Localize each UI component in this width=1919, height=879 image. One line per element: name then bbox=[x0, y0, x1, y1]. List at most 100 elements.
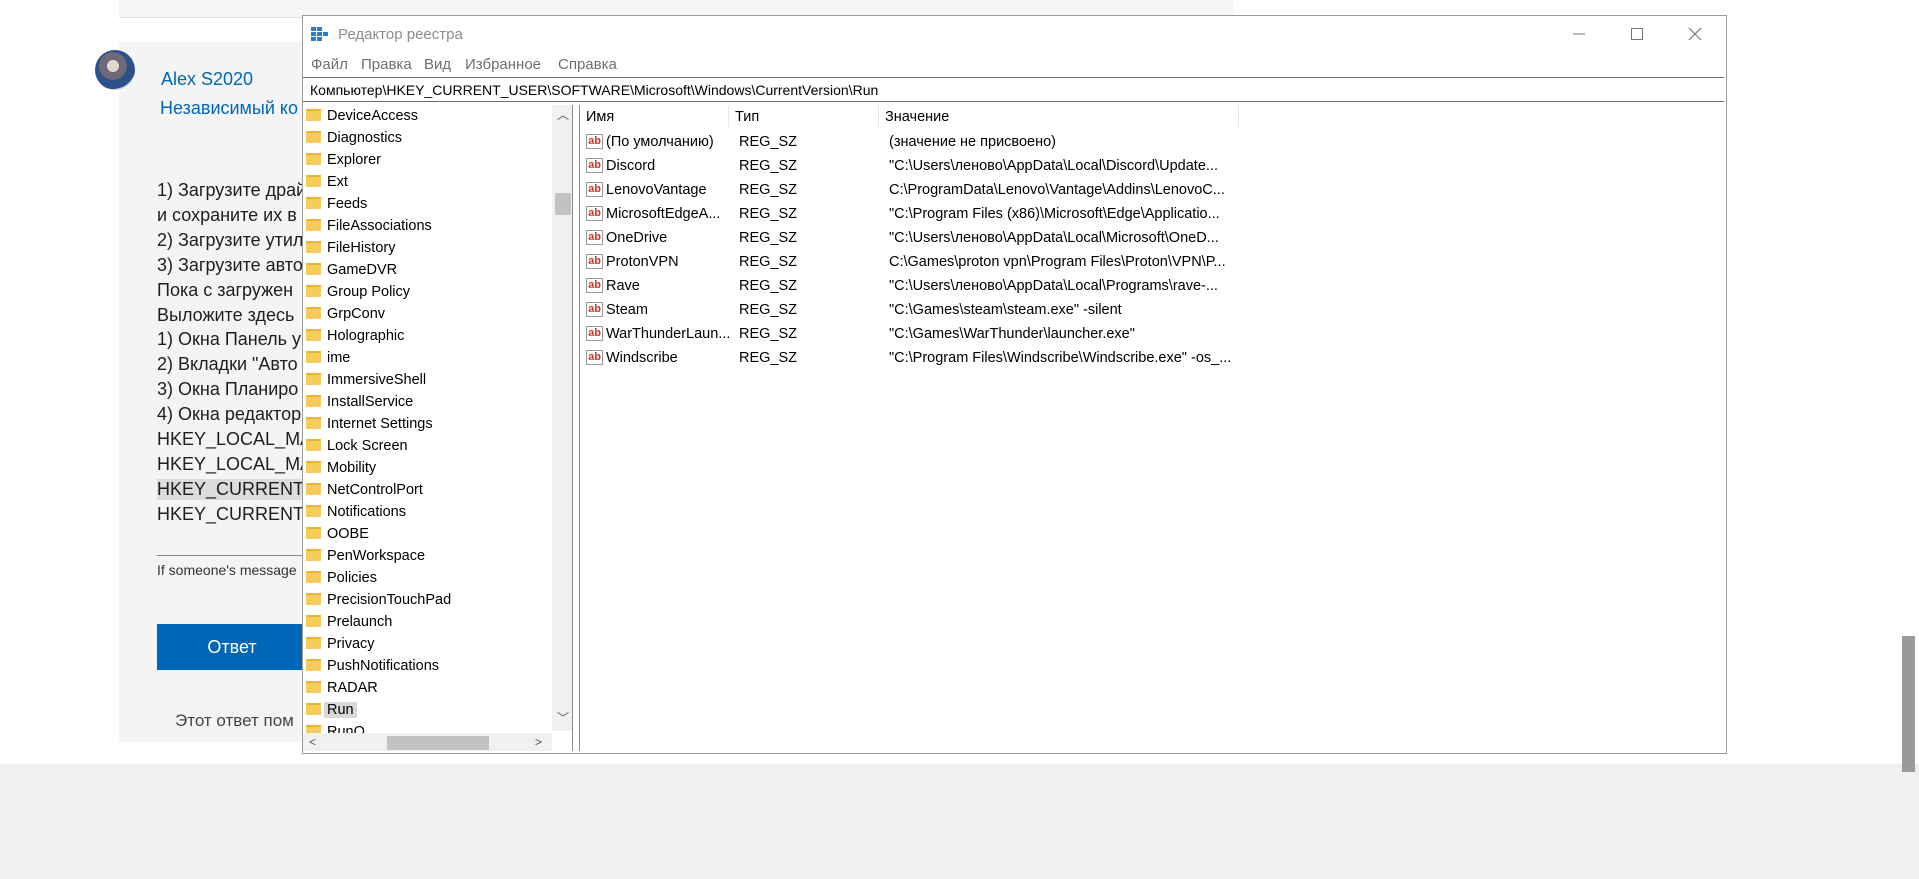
folder-icon bbox=[306, 197, 321, 209]
address-path[interactable]: Компьютер\HKEY_CURRENT_USER\SOFTWARE\Mic… bbox=[310, 82, 878, 98]
tree-item-label: PushNotifications bbox=[327, 658, 440, 674]
tree-item-label: RADAR bbox=[327, 680, 378, 696]
author-name[interactable]: Alex S2020 bbox=[161, 69, 253, 90]
value-type: REG_SZ bbox=[739, 350, 798, 366]
value-name: WarThunderLaun... bbox=[606, 326, 730, 342]
scroll-left-icon[interactable]: < bbox=[309, 735, 316, 749]
tree-item[interactable]: GrpConv bbox=[303, 303, 551, 325]
minimize-button[interactable] bbox=[1550, 16, 1608, 52]
tree-item[interactable]: PrecisionTouchPad bbox=[303, 589, 551, 611]
value-data: "C:\Games\steam\steam.exe" -silent bbox=[889, 302, 1122, 318]
column-header-data[interactable]: Значение bbox=[879, 105, 1239, 127]
value-data: "C:\Users\леново\AppData\Local\Programs\… bbox=[889, 278, 1218, 294]
scroll-right-icon[interactable]: > bbox=[535, 735, 542, 749]
value-name: MicrosoftEdgeA... bbox=[606, 206, 721, 222]
tree-item-label: Group Policy bbox=[327, 284, 411, 300]
tree-item[interactable]: ImmersiveShell bbox=[303, 369, 551, 391]
value-data: C:\Games\proton vpn\Program Files\Proton… bbox=[889, 254, 1226, 270]
tree-item[interactable]: FileHistory bbox=[303, 237, 551, 259]
tree-item-label: ime bbox=[327, 350, 351, 366]
menu-file[interactable]: Файл bbox=[311, 56, 348, 73]
folder-icon bbox=[306, 329, 321, 341]
tree-item[interactable]: OOBE bbox=[303, 523, 551, 545]
close-icon bbox=[1688, 27, 1702, 41]
post-line: 1) Окна Панель у bbox=[157, 329, 302, 350]
folder-icon bbox=[306, 703, 321, 715]
tree-item[interactable]: PushNotifications bbox=[303, 655, 551, 677]
post-line: HKEY_LOCAL_MA bbox=[157, 453, 313, 474]
avatar[interactable] bbox=[95, 50, 135, 90]
scroll-down-icon[interactable]: ﹀ bbox=[557, 709, 569, 726]
value-row[interactable]: ab Discord REG_SZ "C:\Users\леново\AppData\… bbox=[580, 154, 1725, 178]
tree-item[interactable]: Feeds bbox=[303, 193, 551, 215]
tree-item[interactable]: InstallService bbox=[303, 391, 551, 413]
value-row[interactable]: ab Rave REG_SZ "C:\Users\леново\AppData\Loc… bbox=[580, 274, 1725, 298]
title-bar[interactable]: Редактор реестра bbox=[303, 16, 1726, 52]
value-name: OneDrive bbox=[606, 230, 668, 246]
menu-edit[interactable]: Правка bbox=[361, 56, 412, 73]
value-row[interactable]: ab MicrosoftEdgeA... REG_SZ "C:\Program Fil… bbox=[580, 202, 1725, 226]
tree-item[interactable]: Prelaunch bbox=[303, 611, 551, 633]
maximize-icon bbox=[1631, 28, 1643, 40]
folder-icon bbox=[306, 351, 321, 363]
tree-item[interactable]: Mobility bbox=[303, 457, 551, 479]
folder-icon bbox=[306, 241, 321, 253]
column-header-type[interactable]: Тип bbox=[729, 105, 879, 127]
menu-favorites[interactable]: Избранное bbox=[465, 56, 541, 73]
tree-item[interactable]: GameDVR bbox=[303, 259, 551, 281]
tree-item[interactable]: Holographic bbox=[303, 325, 551, 347]
tree-item-label: Notifications bbox=[327, 504, 406, 520]
column-header-name[interactable]: Имя bbox=[580, 105, 729, 127]
close-button[interactable] bbox=[1666, 16, 1724, 52]
tree-item[interactable]: Internet Settings bbox=[303, 413, 551, 435]
value-name: Steam bbox=[606, 302, 648, 318]
address-bar[interactable]: Компьютер\HKEY_CURRENT_USER\SOFTWARE\Mic… bbox=[303, 77, 1724, 102]
tree-item[interactable]: DeviceAccess bbox=[303, 105, 551, 127]
menu-help[interactable]: Справка bbox=[558, 56, 617, 73]
value-row[interactable]: ab OneDrive REG_SZ "C:\Users\леново\AppData… bbox=[580, 226, 1725, 250]
tree-horizontal-scroll-thumb[interactable] bbox=[387, 736, 489, 750]
tree-item-label: OOBE bbox=[327, 526, 369, 542]
scroll-up-icon[interactable]: ︿ bbox=[557, 106, 569, 123]
values-list[interactable]: Имя Тип Значение ab (По умолчанию) REG_SZ(… bbox=[579, 105, 1725, 751]
tree-item[interactable]: RADAR bbox=[303, 677, 551, 699]
value-row[interactable]: ab Windscribe REG_SZ "C:\Program Files\Wind… bbox=[580, 346, 1725, 370]
tree-item[interactable]: PenWorkspace bbox=[303, 545, 551, 567]
tree-item[interactable]: Group Policy bbox=[303, 281, 551, 303]
value-row[interactable]: ab (По умолчанию) REG_SZ (значение не присв… bbox=[580, 130, 1725, 154]
tree-item[interactable]: Ext bbox=[303, 171, 551, 193]
signature-text: If someone's message bbox=[157, 562, 297, 578]
tree-item[interactable]: Lock Screen bbox=[303, 435, 551, 457]
string-value-icon: ab bbox=[586, 206, 603, 221]
string-value-icon: ab bbox=[586, 134, 603, 149]
value-type: REG_SZ bbox=[739, 254, 798, 270]
page-scroll-thumb[interactable] bbox=[1902, 636, 1915, 772]
tree-item[interactable]: Policies bbox=[303, 567, 551, 589]
maximize-button[interactable] bbox=[1608, 16, 1666, 52]
key-tree[interactable]: DeviceAccess Diagnostics Explorer Ext Feeds F… bbox=[303, 105, 573, 751]
post-line: и сохраните их в bbox=[157, 204, 297, 225]
string-value-icon: ab bbox=[586, 326, 603, 341]
tree-item[interactable]: Run bbox=[303, 699, 551, 721]
column-name-label: Имя bbox=[586, 109, 615, 125]
tree-item-label: PrecisionTouchPad bbox=[327, 592, 452, 608]
tree-item[interactable]: Diagnostics bbox=[303, 127, 551, 149]
value-type: REG_SZ bbox=[739, 326, 798, 342]
tree-item[interactable]: Explorer bbox=[303, 149, 551, 171]
tree-item[interactable]: Privacy bbox=[303, 633, 551, 655]
tree-item[interactable]: Notifications bbox=[303, 501, 551, 523]
tree-item[interactable]: FileAssociations bbox=[303, 215, 551, 237]
value-name: LenovoVantage bbox=[606, 182, 707, 198]
folder-icon bbox=[306, 681, 321, 693]
value-row[interactable]: ab LenovoVantage REG_SZ C:\ProgramData\Leno… bbox=[580, 178, 1725, 202]
tree-vertical-scroll-thumb[interactable] bbox=[555, 193, 571, 215]
tree-item[interactable]: ime bbox=[303, 347, 551, 369]
menu-view[interactable]: Вид bbox=[424, 56, 451, 73]
tree-item[interactable]: NetControlPort bbox=[303, 479, 551, 501]
author-role[interactable]: Независимый ко bbox=[160, 98, 298, 119]
value-row[interactable]: ab Steam REG_SZ "C:\Games\steam\steam.exe" … bbox=[580, 298, 1725, 322]
reply-button[interactable]: Ответ bbox=[157, 624, 307, 670]
value-row[interactable]: ab WarThunderLaun... REG_SZ "C:\Games\WarTh… bbox=[580, 322, 1725, 346]
post-line: 1) Загрузите драй bbox=[157, 180, 307, 200]
value-row[interactable]: ab ProtonVPN REG_SZ C:\Games\proton vpn\Pro… bbox=[580, 250, 1725, 274]
